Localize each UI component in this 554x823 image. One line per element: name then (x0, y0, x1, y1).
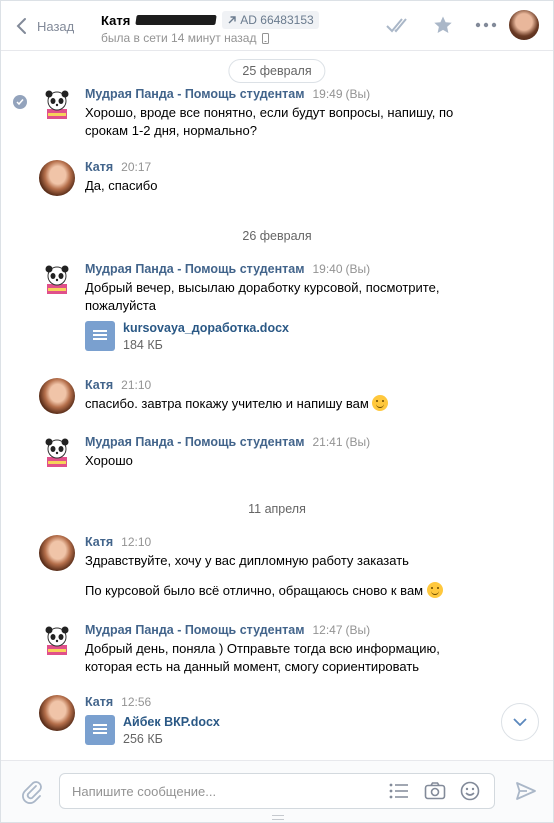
message-line: Добрый вечер, высылаю доработку курсовой… (85, 280, 440, 295)
phone-icon (262, 32, 270, 44)
message-item[interactable]: Мудрая Панда - Помощь студентам 21:41 (В… (1, 435, 553, 475)
message-time: 21:41 (312, 435, 343, 449)
message-item[interactable]: Катя 12:10 Здравствуйте, хочу у вас дипл… (1, 535, 553, 605)
message-input-box[interactable] (59, 773, 495, 809)
smile-icon[interactable] (460, 781, 480, 801)
message-author[interactable]: Мудрая Панда - Помощь студентам (85, 262, 304, 276)
you-label: (Вы) (345, 262, 371, 276)
message-composer (1, 760, 553, 822)
message-item[interactable]: Мудрая Панда - Помощь студентам 12:47 (В… (1, 623, 553, 676)
message-author[interactable]: Мудрая Панда - Помощь студентам (85, 435, 304, 449)
more-icon[interactable] (475, 15, 497, 35)
message-author[interactable]: Катя (85, 378, 113, 392)
file-attachment[interactable]: kursovaya_доработка.docx 184 КБ (85, 321, 289, 352)
katya-avatar[interactable] (39, 535, 75, 571)
panda-avatar[interactable] (39, 623, 75, 659)
you-label: (Вы) (345, 623, 371, 637)
you-label: (Вы) (345, 87, 371, 101)
message-time: 20:17 (121, 160, 152, 174)
contact-name[interactable]: Катя (101, 13, 130, 28)
message-input[interactable] (72, 774, 372, 808)
chat-title: Катя AD 66483153 (101, 11, 319, 29)
emoji-smile (426, 582, 443, 598)
message-text: Хорошо, вроде все понятно, если будут во… (85, 104, 453, 140)
send-icon[interactable] (515, 780, 537, 802)
back-label: Назад (37, 18, 75, 34)
scroll-down-button[interactable] (501, 703, 539, 741)
message-author[interactable]: Мудрая Панда - Помощь студентам (85, 623, 304, 637)
message-time: 12:56 (121, 695, 152, 709)
message-line: спасибо. завтра покажу учителю и напишу … (85, 396, 369, 411)
message-author[interactable]: Катя (85, 695, 113, 709)
contact-avatar[interactable] (509, 10, 539, 40)
message-item[interactable]: Катя 12:56 Айбек ВКР.docx 256 КБ (1, 695, 553, 755)
message-text: Хорошо (85, 453, 133, 468)
katya-avatar[interactable] (39, 160, 75, 196)
file-name[interactable]: Айбек ВКР.docx (123, 715, 220, 729)
double-check-icon[interactable] (385, 13, 411, 37)
message-text: Добрый вечер, высылаю доработку курсовой… (85, 279, 439, 315)
resize-grip[interactable] (272, 815, 284, 820)
message-author[interactable]: Катя (85, 535, 113, 549)
message-line: пожалуйста (85, 298, 156, 313)
paperclip-icon[interactable] (21, 779, 43, 805)
message-history[interactable]: 25 февраля Мудрая Панда - Помощь студент… (1, 52, 553, 760)
message-author[interactable]: Катя (85, 160, 113, 174)
back-icon (16, 18, 26, 34)
message-time: 19:40 (312, 262, 343, 276)
header-actions (385, 13, 497, 37)
message-text: По курсовой было всё отлично, обращаюсь … (85, 582, 443, 600)
file-name[interactable]: kursovaya_доработка.docx (123, 321, 289, 335)
date-separator: 11 апреля (248, 502, 306, 516)
date-separator: 26 февраля (242, 229, 312, 243)
message-text: Здравствуйте, хочу у вас дипломную работ… (85, 553, 409, 568)
message-line: Добрый день, поняла ) Отправьте тогда вс… (85, 641, 440, 656)
ad-badge[interactable]: AD 66483153 (222, 11, 319, 29)
message-text: спасибо. завтра покажу учителю и напишу … (85, 395, 389, 413)
document-icon (85, 321, 115, 351)
message-item[interactable]: Катя 20:17 Да, спасибо (1, 160, 553, 200)
file-size: 184 КБ (123, 338, 163, 352)
message-line: Хорошо, вроде все понятно, если будут во… (85, 105, 454, 120)
status-text: была в сети 14 минут назад (101, 31, 257, 45)
katya-avatar[interactable] (39, 378, 75, 414)
online-status: была в сети 14 минут назад (101, 31, 270, 45)
document-icon (85, 715, 115, 745)
message-author[interactable]: Мудрая Панда - Помощь студентам (85, 87, 304, 101)
forward-arrow-icon (228, 16, 236, 24)
star-icon[interactable] (433, 15, 453, 35)
panda-avatar[interactable] (39, 262, 75, 298)
list-icon[interactable] (388, 781, 410, 801)
date-separator: 25 февраля (228, 59, 326, 83)
katya-avatar[interactable] (39, 695, 75, 731)
message-line: срокам 1-2 дня, нормально? (85, 123, 257, 138)
message-line: По курсовой было всё отлично, обращаюсь … (85, 583, 424, 598)
camera-icon[interactable] (424, 781, 446, 801)
message-item[interactable]: Катя 21:10 спасибо. завтра покажу учител… (1, 378, 553, 418)
censored-surname (135, 15, 217, 25)
file-attachment[interactable]: Айбек ВКР.docx 256 КБ (85, 715, 220, 746)
chat-window: Назад Катя AD 66483153 была в сети 14 ми… (0, 0, 554, 823)
message-item[interactable]: Мудрая Панда - Помощь студентам 19:49 (В… (1, 87, 553, 140)
message-time: 21:10 (121, 378, 152, 392)
message-text: Да, спасибо (85, 178, 158, 193)
chat-header: Назад Катя AD 66483153 была в сети 14 ми… (1, 1, 553, 51)
message-text: Добрый день, поняла ) Отправьте тогда вс… (85, 640, 440, 676)
message-time: 12:10 (121, 535, 152, 549)
read-check-icon (13, 95, 27, 109)
emoji-smile (372, 395, 389, 411)
panda-avatar[interactable] (39, 435, 75, 471)
ad-badge-label: AD 66483153 (240, 13, 314, 27)
message-line: которая есть на данный момент, смогу сор… (85, 659, 420, 674)
panda-avatar[interactable] (39, 87, 75, 123)
chevron-down-icon (513, 718, 527, 726)
back-button[interactable]: Назад (15, 15, 74, 37)
message-item[interactable]: Мудрая Панда - Помощь студентам 19:40 (В… (1, 262, 553, 352)
you-label: (Вы) (345, 435, 371, 449)
message-time: 12:47 (312, 623, 343, 637)
file-size: 256 КБ (123, 732, 163, 746)
message-time: 19:49 (312, 87, 343, 101)
